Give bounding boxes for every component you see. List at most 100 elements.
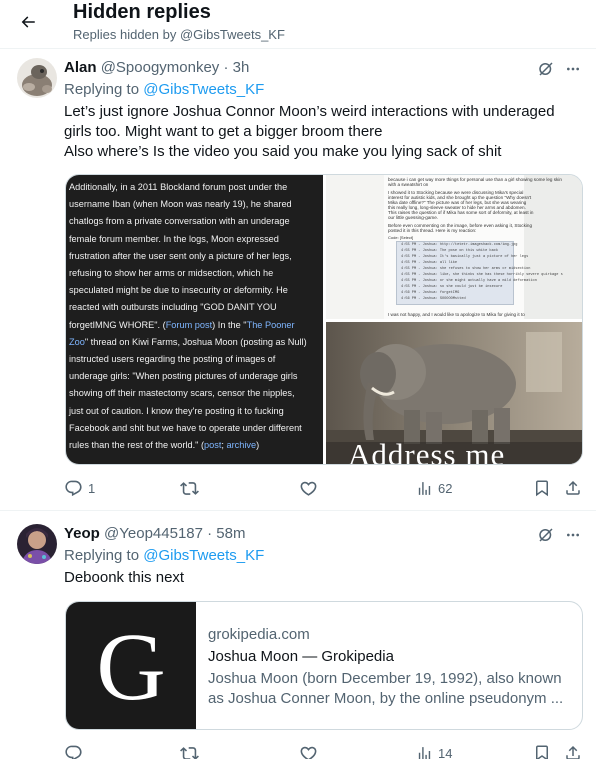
bookmark-button[interactable] xyxy=(533,476,551,500)
tweet-header: Alan @Spoogymonkey · 3h xyxy=(64,59,249,76)
avatar[interactable] xyxy=(17,524,57,564)
text-segment: " thread on Kiwi Farms, Joshua Moon (pos… xyxy=(84,336,307,347)
like-icon xyxy=(300,746,317,759)
media-image-elephant[interactable]: Address me xyxy=(326,322,582,465)
card-thumbnail: G xyxy=(66,602,196,729)
avatar[interactable] xyxy=(17,58,57,98)
text-line: username Iban (when Moon was nearly 19),… xyxy=(69,199,292,210)
share-button[interactable] xyxy=(564,741,582,759)
views-icon xyxy=(418,481,431,495)
text-line: refusing to show her arms or midsection,… xyxy=(69,268,274,279)
views-icon xyxy=(418,746,431,759)
views-button[interactable]: 14 xyxy=(416,741,452,759)
tweet[interactable]: Alan @Spoogymonkey · 3h Replying to @Gib… xyxy=(0,0,596,510)
replying-label: Replying to xyxy=(64,547,140,564)
share-icon xyxy=(566,480,580,495)
text-line: frustration after the user sent only a p… xyxy=(69,250,292,261)
media-image-text-screenshot[interactable]: Additionally, in a 2011 Blockland forum … xyxy=(66,175,323,464)
tweet-actions: 1 62 xyxy=(64,476,584,500)
text-line: just out of caution. I know they're post… xyxy=(69,405,284,416)
like-button[interactable] xyxy=(299,476,318,500)
user-handle[interactable]: @Yeop445187 xyxy=(104,525,203,542)
user-handle[interactable]: @Spoogymonkey xyxy=(101,59,220,76)
more-icon xyxy=(567,533,579,537)
like-button[interactable] xyxy=(299,741,318,759)
more-button[interactable] xyxy=(562,58,584,80)
chat-line: 4:55 PM - Joshua: or she might actually … xyxy=(401,279,537,283)
thread-link: Zoo xyxy=(69,336,85,347)
more-button[interactable] xyxy=(562,524,584,546)
view-count: 14 xyxy=(438,745,453,759)
bookmark-button[interactable] xyxy=(533,741,551,759)
views-button[interactable]: 62 xyxy=(416,476,452,500)
grokipedia-logo: G xyxy=(96,612,166,720)
link-card[interactable]: G grokipedia.com Joshua Moon — Grokipedi… xyxy=(65,601,583,730)
doc-line: with a sweatshirt on xyxy=(388,182,429,187)
tweet-header: Yeop @Yeop445187 · 58m xyxy=(64,525,245,542)
text-line: Additionally, in a 2011 Blockland forum … xyxy=(69,182,288,192)
replying-handle-link[interactable]: @GibsTweets_KF xyxy=(143,81,264,98)
text-line: underage girls: "When posting pictures o… xyxy=(69,371,298,382)
display-name[interactable]: Yeop xyxy=(64,525,100,542)
text-segment: rules than the rest of the world." ( xyxy=(69,440,205,451)
doc-line: I was not happy, and I would like to apo… xyxy=(388,312,525,317)
hide-reply-icon xyxy=(539,528,553,542)
media-grid[interactable]: Additionally, in a 2011 Blockland forum … xyxy=(65,174,583,465)
replying-to: Replying to @GibsTweets_KF xyxy=(64,547,264,564)
tweet-text-line: Let’s just ignore Joshua Connor Moon’s w… xyxy=(64,103,555,120)
text-line: rules than the rest of the world." (post… xyxy=(69,437,320,454)
tweet-text: Let’s just ignore Joshua Connor Moon’s w… xyxy=(64,102,584,162)
display-name[interactable]: Alan xyxy=(64,59,97,76)
replying-handle-link[interactable]: @GibsTweets_KF xyxy=(143,547,264,564)
reply-icon xyxy=(65,745,82,759)
text-line: reacted with outbursts including "GOD DA… xyxy=(69,302,277,313)
bookmark-icon xyxy=(536,745,548,759)
reply-button[interactable] xyxy=(64,741,83,759)
timestamp[interactable]: · 3h xyxy=(223,59,249,76)
chat-line: 4:56 PM - Joshua: SOOOOOMstted xyxy=(401,297,466,301)
text-line: forgetIMNG WHORE". (Forum post) In the "… xyxy=(69,317,320,334)
reply-button[interactable]: 1 xyxy=(64,476,95,500)
archive-link: archive xyxy=(226,440,257,451)
chat-line: 4:55 PM - Joshua: so she could just be i… xyxy=(401,285,503,289)
tweet-actions: 14 xyxy=(64,741,584,759)
hide-reply-button[interactable] xyxy=(535,58,557,80)
text-segment: forgetIMNG WHORE". ( xyxy=(69,319,166,330)
text-line: showing off their mastectomy scars, cens… xyxy=(69,388,295,399)
retweet-icon xyxy=(180,746,199,759)
tweet-text-line: Deboonk this next xyxy=(64,569,185,586)
text-line: Facebook and shit but we have to operate… xyxy=(69,422,302,433)
chat-line: 4:55 PM - Joshua: It's basically just a … xyxy=(401,255,529,259)
text-line: instructed users regarding the posting o… xyxy=(69,354,276,365)
text-line: chatlogs from a private conversation wit… xyxy=(69,216,290,227)
hide-reply-icon xyxy=(539,62,553,76)
more-icon xyxy=(567,67,579,71)
timestamp[interactable]: · 58m xyxy=(207,525,245,542)
bookmark-icon xyxy=(536,480,548,497)
text-line: Zoo" thread on Kiwi Farms, Joshua Moon (… xyxy=(69,334,320,351)
tweet-text-line: Also where’s Is the video you said you m… xyxy=(64,143,502,160)
forum-post-link: Forum post xyxy=(165,319,213,330)
retweet-button[interactable] xyxy=(180,476,199,500)
hide-reply-button[interactable] xyxy=(535,524,557,546)
tweet-text-line: girls too. Might want to get a bigger br… xyxy=(64,123,383,140)
card-description-line: as Joshua Conner Moon, by the online pse… xyxy=(208,690,564,707)
tweet-text: Deboonk this next xyxy=(64,568,584,588)
avatar-image xyxy=(17,524,57,564)
share-icon xyxy=(566,745,580,759)
card-description-line: Joshua Moon (born December 19, 1992), al… xyxy=(208,670,562,687)
text-line: speculated might be due to insecurity or… xyxy=(69,285,288,296)
text-segment: ) In the " xyxy=(212,319,247,330)
card-domain: grokipedia.com xyxy=(208,626,310,643)
media-image-forum-screenshot[interactable]: because i can get way more things for pe… xyxy=(326,175,582,319)
avatar-image xyxy=(17,58,57,98)
retweet-button[interactable] xyxy=(180,741,199,759)
chat-line: 4:55 PM - Joshua: http://tetetr.imagesha… xyxy=(401,243,518,247)
share-button[interactable] xyxy=(564,476,582,500)
thread-link: The Pooner xyxy=(246,319,295,330)
card-description: Joshua Moon (born December 19, 1992), al… xyxy=(208,669,574,709)
text-line: female forum member. In the logs, Moon e… xyxy=(69,233,279,244)
replying-label: Replying to xyxy=(64,81,140,98)
doc-line: posted it in this thread. Here is my rea… xyxy=(388,228,477,233)
image-caption: Address me xyxy=(348,437,506,465)
